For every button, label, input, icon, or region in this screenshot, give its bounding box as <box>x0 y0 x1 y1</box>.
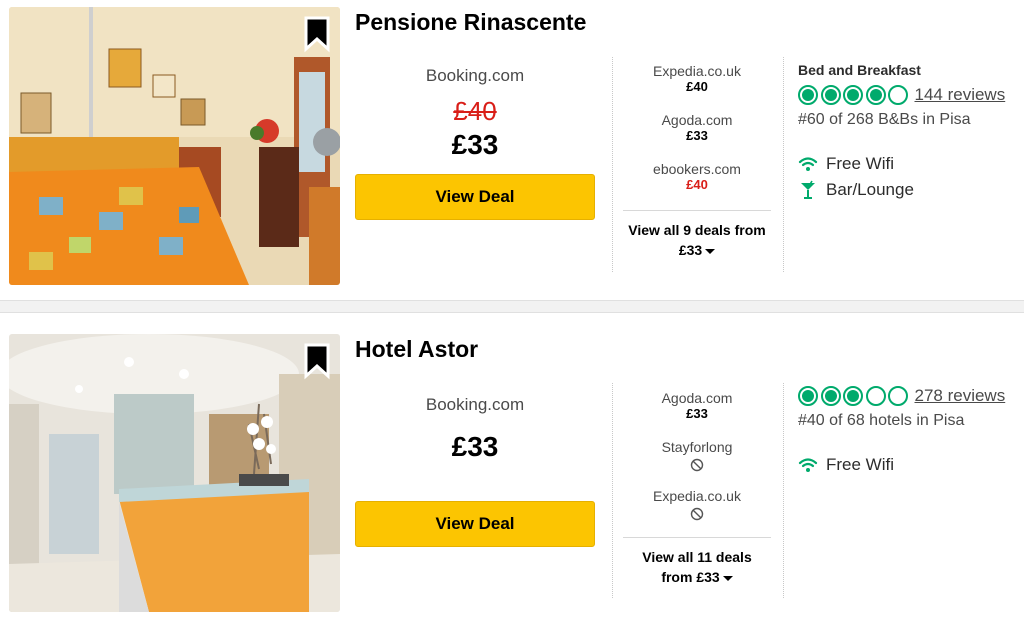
unavailable-icon <box>690 458 704 472</box>
rating-bubble-filled-icon <box>820 85 841 105</box>
deal-provider: ebookers.com <box>653 161 741 177</box>
rating-bubble-filled-icon <box>843 386 863 406</box>
amenities-list: Free Wifi <box>798 452 1023 478</box>
deal-provider: Expedia.co.uk <box>653 488 741 504</box>
rating-bubble-empty-icon <box>865 386 886 406</box>
wifi-icon <box>798 157 818 171</box>
offer-price: £33 <box>451 431 499 462</box>
amenity-item: Bar/Lounge <box>798 177 1023 203</box>
deal-provider: Agoda.com <box>661 390 733 406</box>
view-all-deals-link[interactable]: View all 9 deals from £33 <box>623 210 771 260</box>
bedroom-photo-image <box>9 7 340 285</box>
rating-bubble-filled-icon <box>865 85 886 105</box>
view-all-text-line1: View all 11 deals <box>642 549 752 565</box>
hotel-listing-hotel-astor: Hotel Astor Booking.com £33 View Deal Ag… <box>0 313 1024 618</box>
deal-item[interactable]: Stayforlong <box>623 439 771 488</box>
view-deal-button[interactable]: View Deal <box>355 501 595 547</box>
hotel-listing-pensione-rinascente: Pensione Rinascente Booking.com £40 £33 … <box>0 0 1024 300</box>
amenity-label: Free Wifi <box>826 455 894 474</box>
unavailable-icon <box>690 507 704 521</box>
hotel-info: 278 reviews #40 of 68 hotels in Pisa Fre… <box>798 384 1023 478</box>
hotel-photo-bedroom[interactable] <box>9 7 340 285</box>
rating-bubble-filled-icon <box>798 85 818 105</box>
deal-item[interactable]: Agoda.com £33 <box>623 390 771 439</box>
rating-row: 278 reviews <box>798 384 1023 408</box>
caret-down-icon <box>722 575 733 581</box>
column-divider <box>612 383 613 598</box>
deal-price: £40 <box>686 79 708 94</box>
rating-bubble-filled-icon <box>798 386 818 406</box>
deal-item[interactable]: Expedia.co.uk <box>623 488 771 537</box>
offer-price: £33 <box>451 129 499 160</box>
view-all-text-line2: from £33 <box>661 569 720 585</box>
rating-bubbles <box>798 386 911 406</box>
offer-provider: Booking.com <box>425 395 525 414</box>
view-all-deals-link[interactable]: View all 11 deals from £33 <box>623 537 771 587</box>
rating-bubble-filled-icon <box>820 386 841 406</box>
deal-price: £40 <box>686 177 708 192</box>
reviews-link[interactable]: 278 reviews <box>915 386 1006 406</box>
ranking-text: #60 of 268 B&Bs in Pisa <box>798 111 971 128</box>
rating-bubbles <box>798 85 911 105</box>
deal-item[interactable]: Expedia.co.uk £40 <box>623 63 771 112</box>
main-offer: Booking.com £33 View Deal <box>355 395 595 547</box>
deal-price: £33 <box>686 406 708 421</box>
caret-down-icon <box>705 248 716 254</box>
other-deals-list: Expedia.co.uk £40 Agoda.com £33 ebookers… <box>623 63 771 260</box>
deal-provider: Expedia.co.uk <box>653 63 741 79</box>
deal-item[interactable]: ebookers.com £40 <box>623 161 771 210</box>
strikethrough-price: £40 <box>453 96 497 126</box>
column-divider <box>783 383 784 598</box>
amenity-item: Free Wifi <box>798 452 1023 478</box>
offer-provider: Booking.com <box>425 66 525 85</box>
hotel-name[interactable]: Hotel Astor <box>355 336 478 363</box>
rating-row: 144 reviews <box>798 83 1023 107</box>
main-offer: Booking.com £40 £33 View Deal <box>355 66 595 220</box>
hotel-info: Bed and Breakfast 144 reviews #60 of 268… <box>798 62 1023 203</box>
column-divider <box>612 57 613 272</box>
other-deals-list: Agoda.com £33 Stayforlong Expedia.co.uk … <box>623 390 771 587</box>
rating-bubble-empty-icon <box>888 85 908 105</box>
bookmark-save-icon[interactable] <box>302 342 332 380</box>
hotel-name[interactable]: Pensione Rinascente <box>355 9 586 36</box>
reviews-link[interactable]: 144 reviews <box>915 85 1006 105</box>
property-type: Bed and Breakfast <box>798 62 921 78</box>
ranking-text: #40 of 68 hotels in Pisa <box>798 412 965 429</box>
deal-item[interactable]: Agoda.com £33 <box>623 112 771 161</box>
amenity-label: Bar/Lounge <box>826 180 914 199</box>
rating-bubble-empty-icon <box>888 386 908 406</box>
column-divider <box>783 57 784 272</box>
view-all-text-line1: View all 9 deals from <box>628 222 766 238</box>
amenity-label: Free Wifi <box>826 154 894 173</box>
reception-photo-image <box>9 334 340 612</box>
deal-provider: Stayforlong <box>661 439 733 455</box>
amenities-list: Free Wifi Bar/Lounge <box>798 151 1023 203</box>
view-deal-button[interactable]: View Deal <box>355 174 595 220</box>
wifi-icon <box>798 458 818 472</box>
rating-bubble-filled-icon <box>843 85 863 105</box>
bookmark-save-icon[interactable] <box>302 15 332 53</box>
cocktail-icon <box>801 180 815 199</box>
deal-price: £33 <box>686 128 708 143</box>
amenity-item: Free Wifi <box>798 151 1023 177</box>
hotel-photo-reception[interactable] <box>9 334 340 612</box>
listing-divider <box>0 300 1024 313</box>
view-all-text-line2: £33 <box>678 242 703 258</box>
deal-provider: Agoda.com <box>661 112 733 128</box>
